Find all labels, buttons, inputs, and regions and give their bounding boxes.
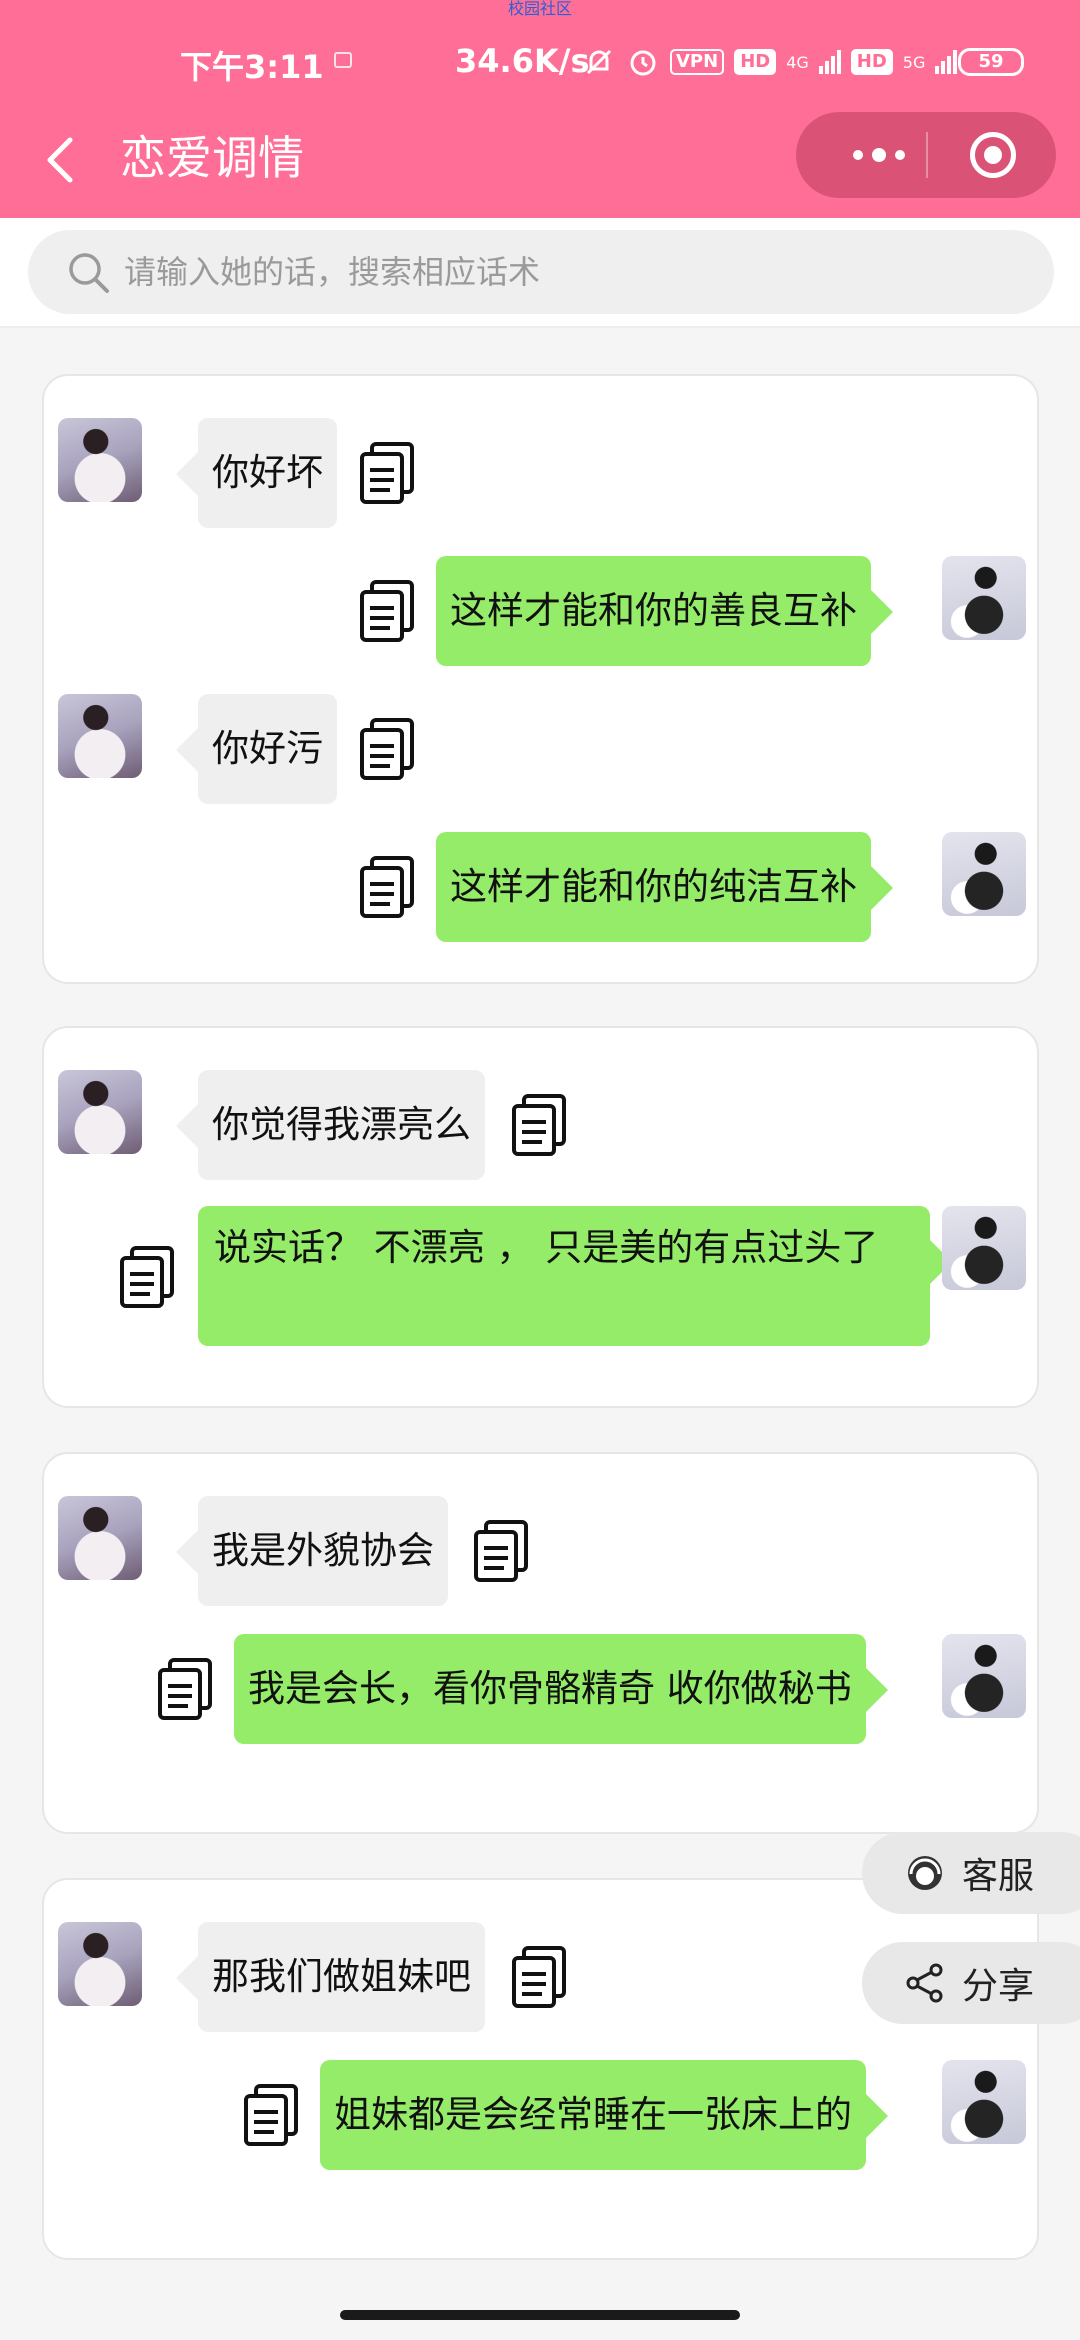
vpn-badge: VPN <box>670 49 725 75</box>
customer-service-button[interactable]: 客服 <box>862 1832 1080 1914</box>
page-title: 恋爱调情 <box>120 131 304 185</box>
copy-icon[interactable] <box>358 716 418 782</box>
network-5g-label: 5G <box>902 52 926 72</box>
nav-bar: 恋爱调情 <box>0 110 1080 210</box>
copy-icon[interactable] <box>510 1092 570 1158</box>
signal-icon-2 <box>935 50 958 74</box>
avatar-him <box>942 832 1026 916</box>
message-bubble-her: 你好坏 <box>176 418 337 528</box>
hd-badge-2: HD <box>850 49 893 75</box>
share-label: 分享 <box>962 1966 1035 2007</box>
avatar-her <box>58 1922 142 2006</box>
search-section: 请输入她的话，搜索相应话术 <box>0 218 1080 328</box>
signal-icon <box>818 50 841 74</box>
search-placeholder: 请输入她的话，搜索相应话术 <box>124 253 541 291</box>
avatar-her <box>58 418 142 502</box>
avatar-her <box>58 1070 142 1154</box>
copy-icon[interactable] <box>358 854 418 920</box>
miniprogram-capsule <box>796 112 1056 198</box>
copy-icon[interactable] <box>472 1518 532 1584</box>
message-bubble-her: 你觉得我漂亮么 <box>176 1070 485 1180</box>
copy-icon[interactable] <box>118 1244 178 1310</box>
script-card: 那我们做姐妹吧 姐妹都是会经常睡在一张床上的 <box>42 1878 1039 2260</box>
avatar-him <box>942 556 1026 640</box>
battery-indicator: 59 <box>958 48 1024 76</box>
copy-icon[interactable] <box>358 578 418 644</box>
share-button[interactable]: 分享 <box>862 1942 1080 2024</box>
message-bubble-her: 我是外貌协会 <box>176 1496 448 1606</box>
message-bubble-her: 你好污 <box>176 694 337 804</box>
headset-icon <box>908 1856 942 1890</box>
header: 校园社区 下午3:11 34.6K/s VPN HD 4G HD 5G 59 恋… <box>0 0 1080 218</box>
message-bubble-him: 说实话？ 不漂亮 ， 只是美的有点过头了 <box>198 1206 952 1346</box>
avatar-her <box>58 694 142 778</box>
search-icon <box>69 253 109 293</box>
script-card: 你觉得我漂亮么 说实话？ 不漂亮 ， 只是美的有点过头了 <box>42 1026 1039 1408</box>
avatar-her <box>58 1496 142 1580</box>
more-dots-icon[interactable] <box>836 112 922 198</box>
avatar-him <box>942 2060 1026 2144</box>
network-4g-label: 4G <box>786 52 809 72</box>
capsule-divider <box>926 132 928 178</box>
close-target-icon[interactable] <box>970 132 1016 178</box>
network-speed: 34.6K/s <box>455 42 590 80</box>
avatar-him <box>942 1634 1026 1718</box>
message-bubble-him: 这样才能和你的纯洁互补 <box>436 832 893 942</box>
copy-icon[interactable] <box>242 2082 302 2148</box>
alarm-icon <box>630 50 656 76</box>
home-indicator[interactable] <box>340 2310 740 2320</box>
script-card: 我是外貌协会 我是会长，看你骨骼精奇 收你做秘书 <box>42 1452 1039 1834</box>
search-input[interactable]: 请输入她的话，搜索相应话术 <box>28 230 1054 314</box>
mute-bell-icon <box>586 49 612 75</box>
message-bubble-her: 那我们做姐妹吧 <box>176 1922 485 2032</box>
status-tiny-label: 校园社区 <box>507 0 572 18</box>
avatar-him <box>942 1206 1026 1290</box>
hd-badge: HD <box>734 49 777 75</box>
customer-service-label: 客服 <box>962 1856 1035 1897</box>
back-arrow-icon[interactable] <box>38 132 88 188</box>
copy-icon[interactable] <box>510 1944 570 2010</box>
script-card: 你好坏 这样才能和你的善良互补 你好污 这样才能和你的纯洁互补 <box>42 374 1039 984</box>
status-bar: 下午3:11 34.6K/s VPN HD 4G HD 5G 59 <box>0 38 1080 88</box>
status-icons: VPN HD 4G HD 5G <box>582 44 958 80</box>
message-bubble-him: 我是会长，看你骨骼精奇 收你做秘书 <box>234 1634 888 1744</box>
share-icon <box>906 1963 943 2003</box>
message-bubble-him: 姐妹都是会经常睡在一张床上的 <box>320 2060 888 2170</box>
message-notification-icon <box>334 52 352 68</box>
status-time: 下午3:11 <box>180 48 324 86</box>
copy-icon[interactable] <box>156 1656 216 1722</box>
message-bubble-him: 这样才能和你的善良互补 <box>436 556 893 666</box>
copy-icon[interactable] <box>358 440 418 506</box>
